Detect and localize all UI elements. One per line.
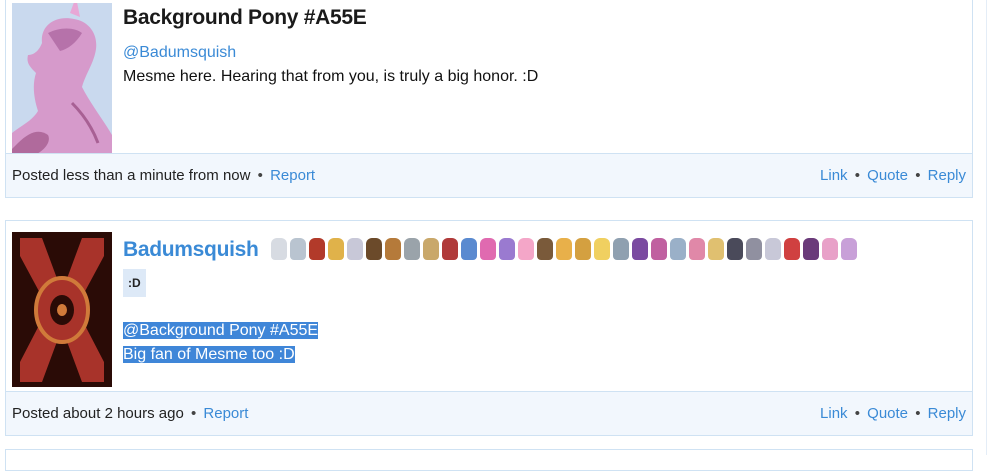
post-body: Mesme here. Hearing that from you, is tr… — [123, 68, 539, 85]
badge-icon[interactable] — [404, 237, 421, 260]
page-divider — [986, 0, 987, 455]
post-actions: Link • Quote • Reply — [820, 154, 966, 197]
badge-icon[interactable] — [575, 237, 592, 260]
post-footer: Posted less than a minute from now • Rep… — [6, 153, 972, 197]
badge-icon[interactable] — [309, 237, 326, 260]
badge-icon[interactable] — [803, 237, 820, 260]
badge-icon[interactable] — [518, 237, 535, 260]
badge-icon[interactable] — [727, 237, 744, 260]
badge-icon[interactable] — [423, 237, 440, 260]
badge-icon[interactable] — [385, 237, 402, 260]
avatar[interactable] — [12, 3, 112, 157]
separator-dot: • — [915, 167, 921, 184]
badge-icon[interactable] — [746, 237, 763, 260]
badge-icon[interactable] — [499, 237, 516, 260]
separator-dot: • — [854, 405, 860, 422]
badge-icon[interactable] — [708, 237, 725, 260]
comment-post: Badumsquish :D @Background Pony #A55E Bi… — [5, 220, 973, 436]
quote-button[interactable]: Quote — [867, 405, 908, 422]
avatar[interactable] — [12, 232, 112, 387]
post-meta: Posted about 2 hours ago • Report — [12, 392, 248, 435]
badge-icon[interactable] — [822, 237, 839, 260]
badge-icon[interactable] — [290, 237, 307, 260]
badge-icon[interactable] — [366, 237, 383, 260]
badge-icon[interactable] — [613, 237, 630, 260]
link-button[interactable]: Link — [820, 405, 848, 422]
report-link[interactable]: Report — [203, 405, 248, 422]
quote-button[interactable]: Quote — [867, 167, 908, 184]
post-timestamp: Posted less than a minute from now — [12, 167, 251, 184]
user-badges — [271, 237, 858, 260]
post-body-text: Big fan of Mesme too :D — [123, 346, 295, 363]
badge-icon[interactable] — [689, 237, 706, 260]
badge-icon[interactable] — [765, 237, 782, 260]
separator-dot: • — [854, 167, 860, 184]
reply-button[interactable]: Reply — [928, 405, 966, 422]
user-title-badge: :D — [123, 269, 146, 297]
badge-icon[interactable] — [670, 237, 687, 260]
badge-icon[interactable] — [632, 237, 649, 260]
post-timestamp: Posted about 2 hours ago — [12, 405, 184, 422]
comment-post — [5, 449, 973, 471]
badge-icon[interactable] — [556, 237, 573, 260]
badge-icon[interactable] — [841, 237, 858, 260]
badge-icon[interactable] — [328, 237, 345, 260]
pony-avatar-icon — [12, 3, 112, 157]
badge-icon[interactable] — [461, 237, 478, 260]
badge-icon[interactable] — [784, 237, 801, 260]
post-footer: Posted about 2 hours ago • Report Link •… — [6, 391, 972, 435]
separator-dot: • — [915, 405, 921, 422]
badge-icon[interactable] — [347, 237, 364, 260]
mention-link[interactable]: @Badumsquish — [123, 41, 962, 65]
comment-post: Background Pony #A55E @Badumsquish Mesme… — [5, 0, 973, 198]
link-button[interactable]: Link — [820, 167, 848, 184]
badge-icon[interactable] — [537, 237, 554, 260]
badge-icon[interactable] — [442, 237, 459, 260]
post-author-link[interactable]: Badumsquish — [123, 237, 259, 263]
report-link[interactable]: Report — [270, 167, 315, 184]
reply-button[interactable]: Reply — [928, 167, 966, 184]
mention-link[interactable]: @Background Pony #A55E — [123, 322, 319, 339]
badge-icon[interactable] — [271, 237, 288, 260]
badge-icon[interactable] — [594, 237, 611, 260]
separator-dot: • — [190, 405, 197, 422]
post-actions: Link • Quote • Reply — [820, 392, 966, 435]
post-author: Background Pony #A55E — [123, 6, 367, 29]
badge-icon[interactable] — [480, 237, 497, 260]
emblem-avatar-icon — [12, 232, 112, 387]
badge-icon[interactable] — [651, 237, 668, 260]
separator-dot: • — [257, 167, 263, 184]
post-body: @Background Pony #A55E Big fan of Mesme … — [123, 319, 962, 367]
post-meta: Posted less than a minute from now • Rep… — [12, 154, 315, 197]
